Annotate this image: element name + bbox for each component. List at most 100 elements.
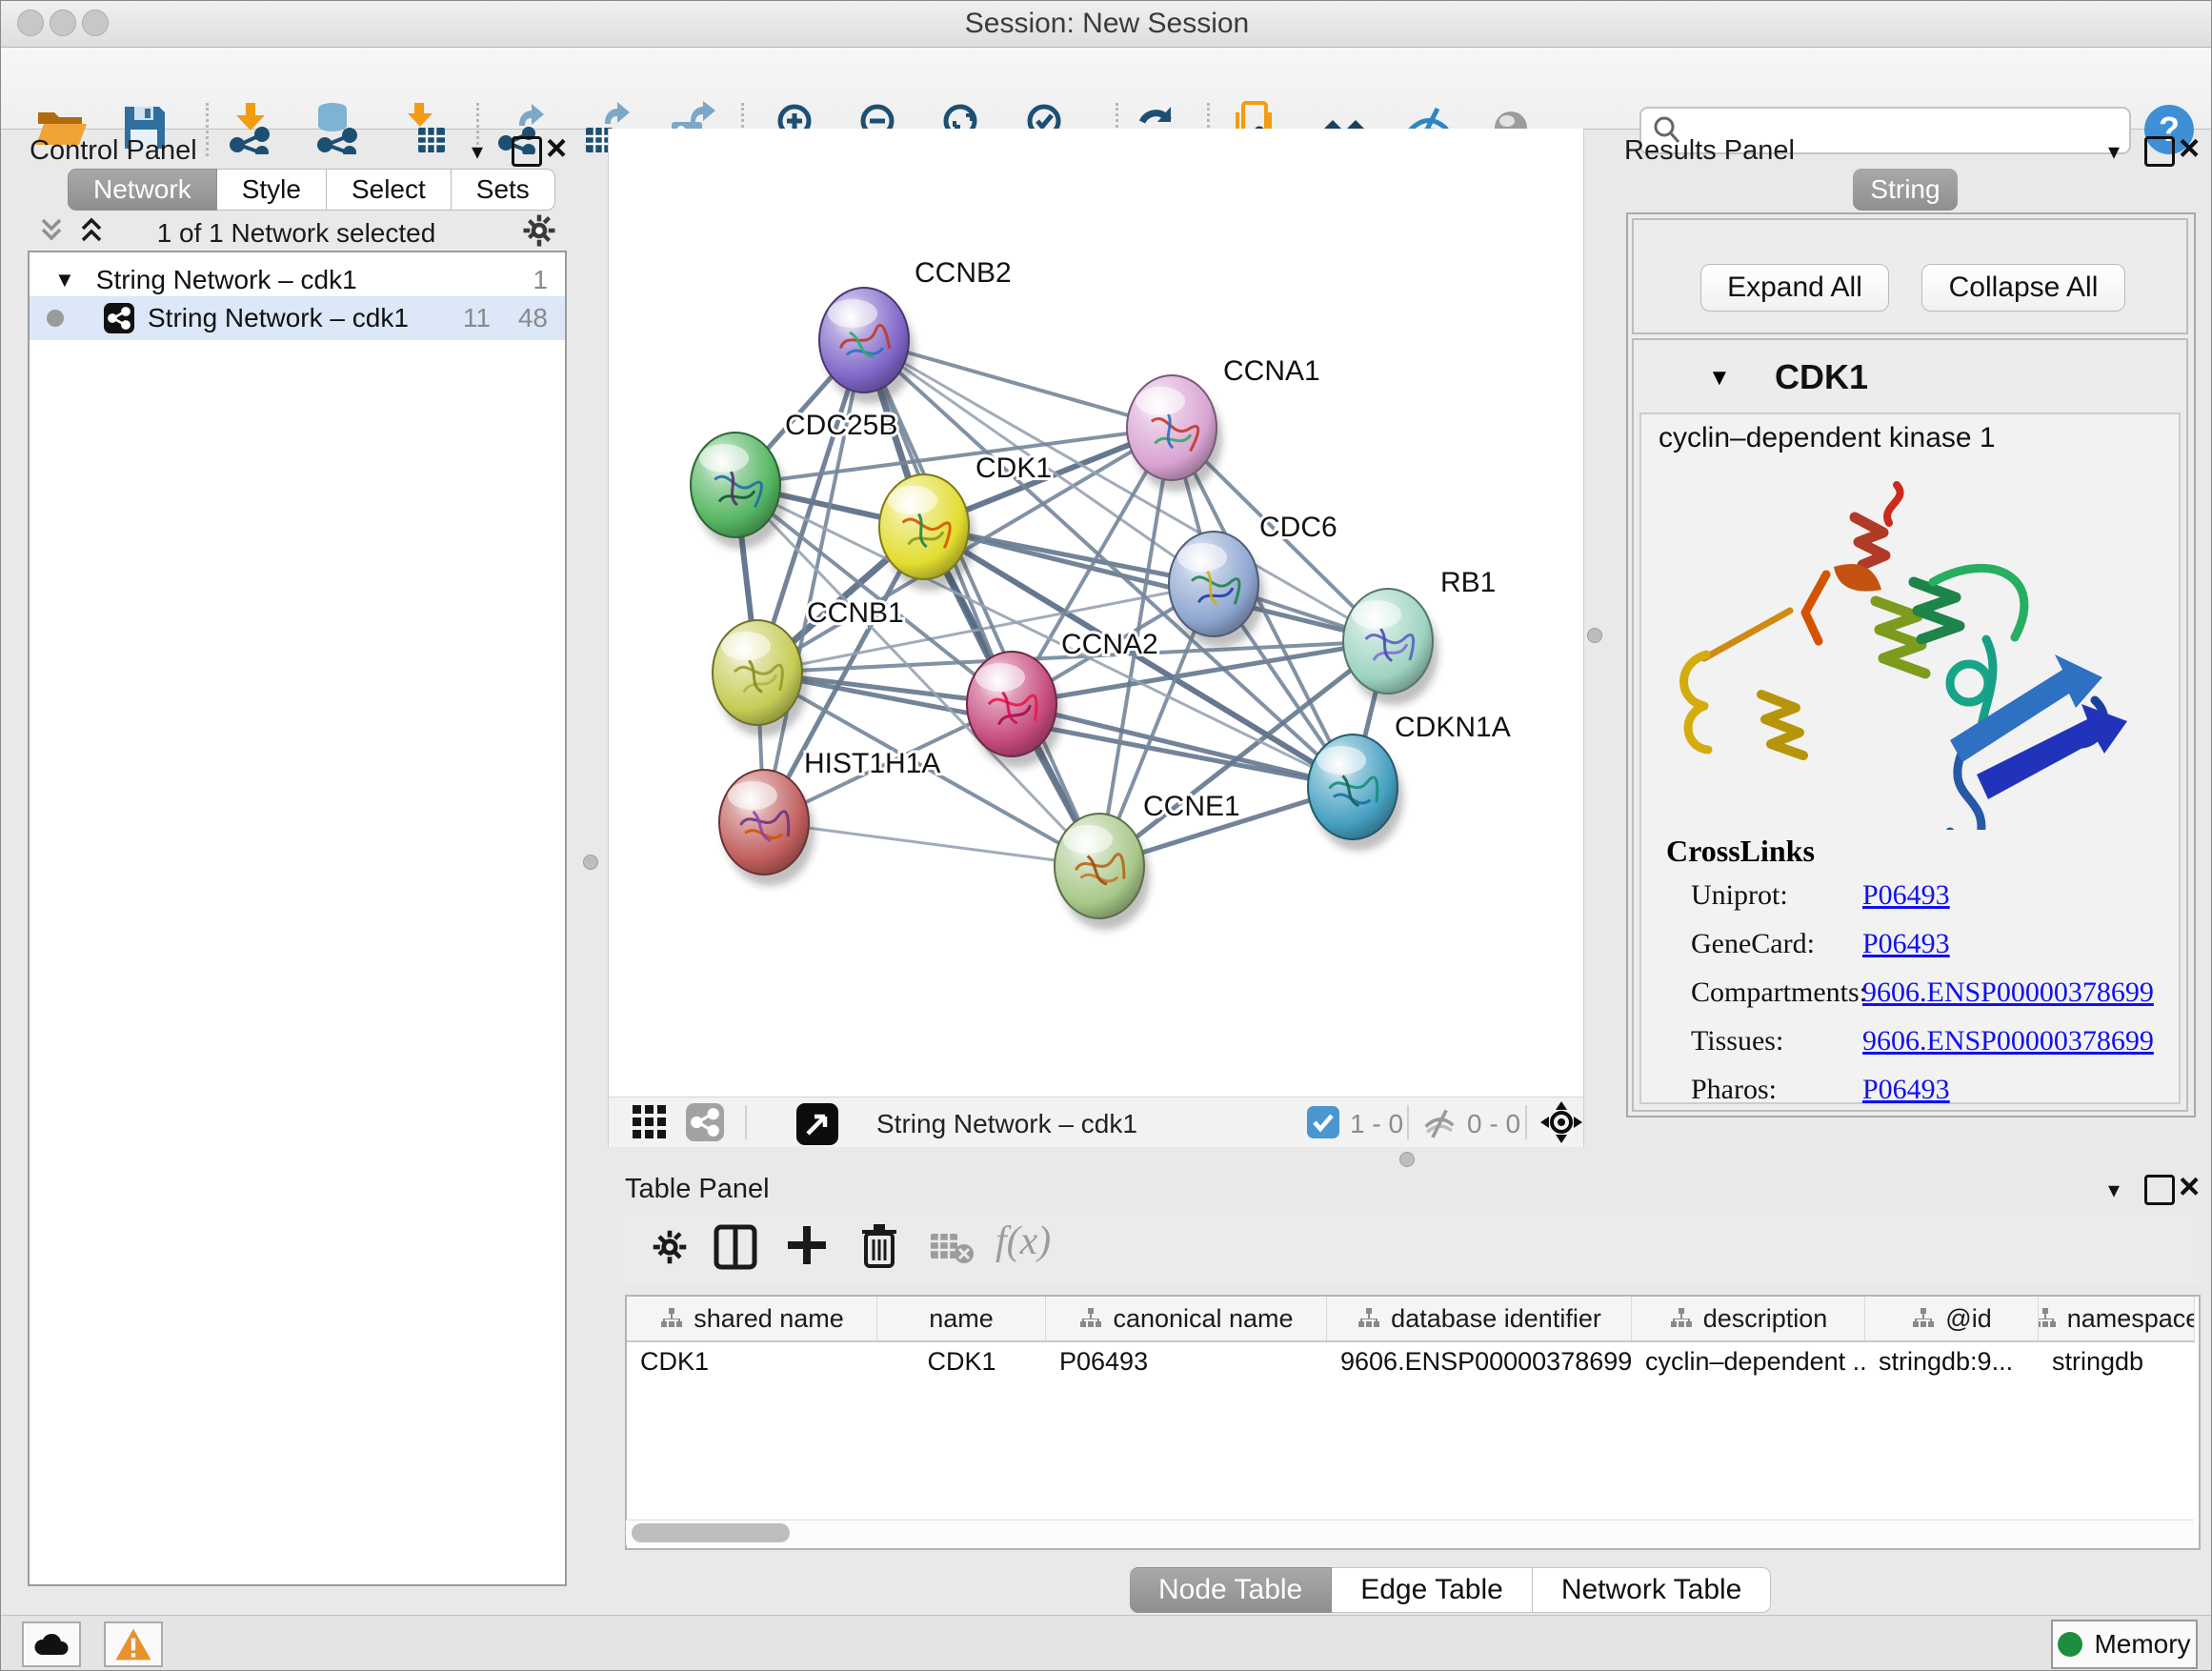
collapse-all-button[interactable]: Collapse All	[1921, 264, 2125, 312]
right-splitter-handle[interactable]	[1587, 628, 1602, 643]
memory-status-dot	[2058, 1632, 2082, 1657]
table-cell[interactable]: stringdb:9...	[1865, 1340, 2039, 1382]
network-selection-status: 1 of 1 Network selected	[125, 218, 468, 249]
crosslink-label: GeneCard:	[1691, 928, 1815, 959]
network-node-count: 11	[463, 303, 491, 333]
network-canvas[interactable]: CCNB2 CCNA1 CDC25B CDK1 CDC6 RB1 CCNB1 CCNA2 CDK…	[608, 129, 1584, 1097]
column-header-@id[interactable]: @id	[1865, 1297, 2039, 1340]
node-label[interactable]: CDC6	[1259, 512, 1337, 543]
crosslink-value-link[interactable]: 9606.ENSP00000378699	[1862, 976, 2154, 1009]
network-row[interactable]: String Network – cdk1 11 48	[30, 296, 565, 340]
crosslink-value-link[interactable]: P06493	[1862, 928, 1950, 960]
control-panel-close-icon[interactable]: ×	[546, 136, 567, 161]
import-network-database-icon[interactable]	[310, 101, 363, 154]
crosslink-label: Uniprot:	[1691, 879, 1788, 911]
tab-style[interactable]: Style	[217, 169, 327, 211]
gene-section-expander-icon[interactable]: ▼	[1708, 365, 1731, 392]
table-cell[interactable]: cyclin–dependent ...	[1632, 1340, 1865, 1382]
import-table-file-icon[interactable]	[395, 101, 449, 154]
birds-eye-toggle-icon[interactable]	[1540, 1101, 1582, 1143]
crosslink-value-link[interactable]: P06493	[1862, 1074, 1950, 1106]
tree-expander-icon[interactable]: ▼	[54, 268, 75, 292]
column-header-database-identifier[interactable]: database identifier	[1327, 1297, 1632, 1340]
delete-column-icon[interactable]	[858, 1222, 900, 1270]
column-header-name[interactable]: name	[877, 1297, 1046, 1340]
protein-structure-image	[1647, 468, 2173, 830]
tab-select[interactable]: Select	[327, 169, 452, 211]
crosslink-label: Pharos:	[1691, 1074, 1777, 1105]
node-label[interactable]: CDC25B	[785, 410, 897, 441]
node-label[interactable]: HIST1H1A	[804, 748, 940, 779]
table-gear-icon[interactable]	[649, 1226, 691, 1268]
title-bar: Session: New Session	[1, 1, 2212, 48]
expand-all-button[interactable]: Expand All	[1700, 264, 1889, 312]
collection-label: String Network – cdk1	[96, 265, 357, 295]
node-label[interactable]: CDKN1A	[1395, 712, 1511, 743]
tab-edge-table[interactable]: Edge Table	[1332, 1567, 1533, 1613]
network-view-icon[interactable]	[686, 1103, 724, 1141]
bottom-splitter-handle[interactable]	[1399, 1152, 1415, 1167]
collapse-all-icon[interactable]	[35, 214, 68, 247]
crosslink-value-link[interactable]: P06493	[1862, 879, 1950, 912]
main-toolbar: ?	[1, 48, 2212, 130]
gene-details: cyclin–dependent kinase 1	[1639, 413, 2181, 1104]
node-label[interactable]: CDK1	[975, 453, 1052, 484]
tab-sets[interactable]: Sets	[452, 169, 555, 211]
grid-view-icon[interactable]	[631, 1103, 669, 1141]
app-window: Session: New Session ? Control Panel ▾	[0, 0, 2212, 1671]
node-label[interactable]: CCNA2	[1061, 629, 1158, 660]
expand-all-icon[interactable]	[75, 214, 108, 247]
control-panel-collapse-icon[interactable]: ▾	[472, 138, 483, 166]
table-cell[interactable]: stringdb	[2039, 1340, 2195, 1382]
column-header-description[interactable]: description	[1632, 1297, 1865, 1340]
tab-network[interactable]: Network	[68, 169, 217, 211]
function-builder-icon: f(x)	[995, 1218, 1051, 1264]
warning-icon	[114, 1627, 152, 1661]
table-toolbar: f(x)	[622, 1209, 2200, 1285]
select-columns-icon[interactable]	[714, 1224, 757, 1270]
selected-checkbox-icon[interactable]	[1307, 1106, 1339, 1138]
memory-button[interactable]: Memory	[2051, 1620, 2198, 1669]
table-panel-collapse-icon[interactable]: ▾	[2108, 1177, 2120, 1204]
delete-table-icon	[929, 1230, 975, 1264]
expand-collapse-box: Expand All Collapse All	[1632, 218, 2188, 334]
control-panel-title: Control Panel	[30, 135, 197, 167]
table-cell[interactable]: CDK1	[627, 1340, 877, 1382]
results-panel-collapse-icon[interactable]: ▾	[2108, 138, 2120, 166]
import-network-file-icon[interactable]	[224, 101, 277, 154]
warning-status-button[interactable]	[104, 1621, 163, 1667]
column-header-canonical-name[interactable]: canonical name	[1046, 1297, 1327, 1340]
node-table[interactable]: shared namenamecanonical namedatabase id…	[625, 1295, 2201, 1550]
control-panel-float-icon[interactable]	[512, 136, 542, 167]
crosslink-row: Tissues:9606.ENSP00000378699	[1691, 1025, 2167, 1074]
node-label[interactable]: CCNB2	[915, 257, 1012, 289]
table-horizontal-scrollbar[interactable]	[626, 1520, 2194, 1545]
column-header-shared-name[interactable]: shared name	[627, 1297, 877, 1340]
scrollbar-thumb[interactable]	[632, 1523, 790, 1542]
results-panel-float-icon[interactable]	[2144, 136, 2175, 167]
node-label[interactable]: CCNE1	[1143, 791, 1240, 822]
tab-node-table[interactable]: Node Table	[1130, 1567, 1332, 1613]
network-graph[interactable]: CCNB2 CCNA1 CDC25B CDK1 CDC6 RB1 CCNB1 CCNA2 CDK…	[609, 129, 1583, 1097]
detach-view-icon[interactable]	[796, 1103, 838, 1145]
column-header-namespace[interactable]: namespace	[2039, 1297, 2195, 1340]
tab-network-table[interactable]: Network Table	[1533, 1567, 1772, 1613]
node-label[interactable]: CCNA1	[1223, 355, 1320, 387]
node-label[interactable]: RB1	[1440, 567, 1496, 598]
tab-string[interactable]: String	[1853, 169, 1958, 211]
table-panel-close-icon[interactable]: ×	[2179, 1175, 2200, 1199]
table-panel-float-icon[interactable]	[2144, 1175, 2175, 1205]
memory-label: Memory	[2094, 1629, 2190, 1660]
node-label[interactable]: CCNB1	[807, 597, 904, 629]
results-panel-close-icon[interactable]: ×	[2179, 136, 2200, 161]
table-cell[interactable]: CDK1	[877, 1340, 1046, 1382]
add-column-icon[interactable]	[784, 1222, 830, 1268]
left-splitter-handle[interactable]	[583, 855, 598, 870]
table-cell[interactable]: P06493	[1046, 1340, 1327, 1382]
cloud-status-button[interactable]	[22, 1621, 81, 1667]
network-options-gear-icon[interactable]	[519, 211, 559, 251]
crosslinks-list: Uniprot:P06493GeneCard:P06493Compartment…	[1691, 879, 2167, 1122]
table-cell[interactable]: 9606.ENSP00000378699	[1327, 1340, 1632, 1382]
crosslink-value-link[interactable]: 9606.ENSP00000378699	[1862, 1025, 2154, 1057]
gene-name: CDK1	[1775, 357, 1868, 397]
